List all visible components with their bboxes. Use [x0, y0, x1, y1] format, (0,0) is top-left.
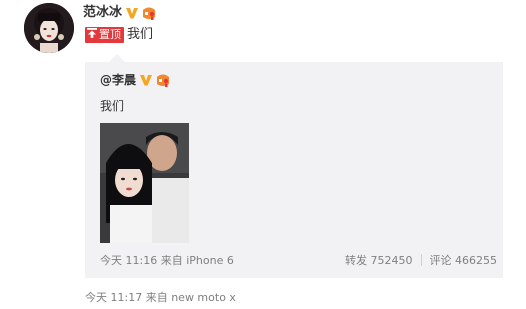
original-post-meta: 今天 11:16 来自 iPhone 6	[100, 252, 234, 268]
comment-label: 评论	[429, 254, 452, 267]
original-post-time[interactable]: 今天 11:16	[100, 254, 157, 267]
post-meta: 今天 11:17 来自 new moto x	[85, 289, 236, 305]
source-link[interactable]: new moto x	[171, 291, 236, 304]
level-badge-icon[interactable]	[141, 6, 156, 21]
repost-card: @李晨 我们 今天 11:16 来自 iPhone 6 转发 752450 评论…	[85, 54, 503, 278]
author-name[interactable]: 范冰冰	[83, 4, 122, 22]
original-source-link[interactable]: iPhone 6	[186, 254, 234, 267]
level-badge-icon[interactable]	[155, 73, 170, 88]
repost-label: 转发	[345, 254, 367, 267]
post-text: 我们	[127, 27, 154, 42]
author-name-row: 范冰冰	[83, 4, 156, 22]
original-post-actions: 转发 752450 评论 466255	[345, 252, 497, 268]
repost-action[interactable]: 转发 752450	[345, 252, 413, 268]
author-avatar[interactable]	[24, 3, 74, 53]
from-prefix: 来自	[145, 291, 168, 304]
repost-caret	[109, 54, 125, 62]
post-top-line: 置顶 我们	[85, 27, 153, 43]
pin-label: 置顶	[99, 28, 121, 41]
avatar-image	[24, 3, 74, 53]
post-photo[interactable]	[100, 123, 189, 243]
comment-count: 466255	[455, 254, 497, 267]
verified-v-icon[interactable]	[139, 73, 153, 87]
original-author-row: @李晨	[100, 72, 170, 88]
original-post-text: 我们	[100, 99, 125, 113]
pin-icon	[87, 27, 97, 43]
action-divider	[420, 254, 422, 266]
original-from-prefix: 来自	[160, 254, 183, 267]
pin-badge: 置顶	[85, 27, 124, 43]
post-time[interactable]: 今天 11:17	[85, 291, 142, 304]
original-author-link[interactable]: @李晨	[100, 72, 136, 88]
repost-count: 752450	[370, 254, 413, 267]
verified-v-icon[interactable]	[125, 6, 139, 20]
comment-action[interactable]: 评论 466255	[430, 252, 498, 268]
photo-image	[100, 123, 189, 243]
